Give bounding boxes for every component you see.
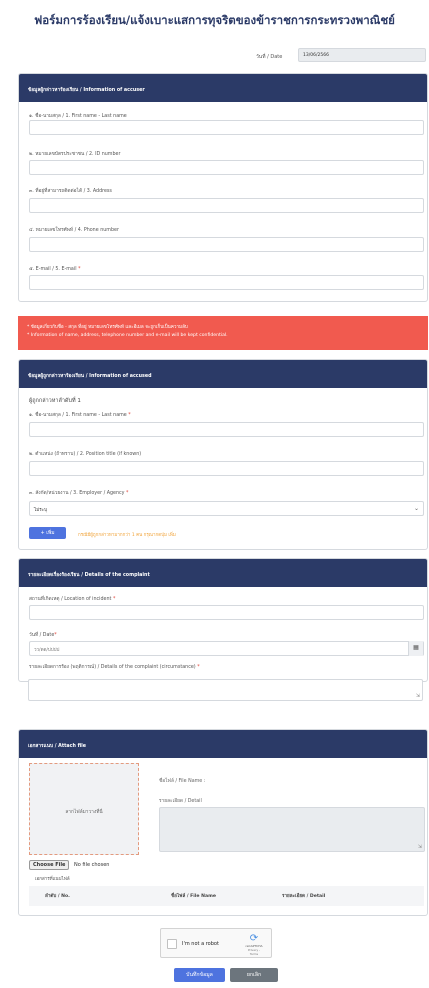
- accuser-id-input[interactable]: [29, 160, 424, 175]
- calendar-icon[interactable]: ▦: [408, 641, 423, 656]
- accuser-phone-label: ๔. หมายเลขโทรศัพท์ / 4. Phone number: [29, 228, 119, 233]
- accused-person-title: ผู้ถูกกล่าวหาลำดับที่ 1: [29, 398, 81, 404]
- accused-agency-label: ๓. สังกัด/หน่วยงาน / 3. Employer / Agenc…: [29, 489, 128, 497]
- accuser-email-input[interactable]: [29, 275, 424, 290]
- accuser-id-label: ๒. หมายเลขบัตรประชาชน / 2. ID number: [29, 152, 121, 157]
- incident-date-label: วันที่ / Date*: [29, 631, 57, 639]
- details-label: รายละเอียดการร้อง (พฤติการณ์) / Details …: [29, 663, 200, 671]
- location-input[interactable]: [29, 605, 424, 620]
- cancel-button[interactable]: ยกเลิก: [230, 968, 278, 982]
- recaptcha-widget: I'm not a robot ⟳ reCAPTCHA Privacy - Te…: [160, 928, 272, 958]
- alert-line-1: * ข้อมูลเกี่ยวกับชื่อ - สกุล ที่อยู่ หมา…: [27, 325, 188, 330]
- add-accused-note: กรณีมีผู้ถูกกล่าวหามากกว่า 1 คน กรุณากดป…: [78, 533, 176, 538]
- attached-docs-label: เอกสารที่แนบไฟล์: [35, 877, 70, 882]
- date-field: 13/06/2566: [298, 48, 426, 62]
- required-marker: *: [197, 665, 200, 670]
- accuser-email-label: ๕. E-mail / 5. E-mail *: [29, 265, 80, 273]
- accuser-card: ข้อมูลผู้กล่าวหาร้องเรียน / Information …: [18, 73, 428, 302]
- accused-card: ข้อมูลผู้ถูกกล่าวหาร้องเรียน / Informati…: [18, 359, 428, 550]
- recaptcha-logo: ⟳ reCAPTCHA Privacy - Terms: [245, 933, 263, 956]
- accuser-address-input[interactable]: [29, 198, 424, 213]
- agency-select[interactable]: ไม่ระบุ ⌄: [29, 501, 424, 516]
- resize-handle-icon[interactable]: ⇲: [416, 693, 420, 699]
- accuser-phone-input[interactable]: [29, 237, 424, 252]
- accuser-name-label: ๑. ชื่อ-นามสกุล / 1. First name - Last n…: [29, 114, 127, 119]
- page-title: ฟอร์มการร้องเรียน/แจ้งเบาะแสการทุจริตของ…: [34, 13, 395, 27]
- attach-header: เอกสารแนบ / Attach file: [19, 730, 427, 758]
- accused-position-label: ๒. ตำแหน่ง (ถ้าทราบ) / 2. Position title…: [29, 452, 142, 457]
- save-button[interactable]: บันทึกข้อมูล: [174, 968, 225, 982]
- recaptcha-terms[interactable]: Privacy - Terms: [245, 948, 263, 956]
- attach-card: เอกสารแนบ / Attach file ลากไฟล์มาวางที่น…: [18, 729, 428, 916]
- accused-agency-label-text: ๓. สังกัด/หน่วยงาน / 3. Employer / Agenc…: [29, 491, 125, 496]
- alert-line-2: * Information of name, address, telephon…: [27, 333, 228, 338]
- chevron-down-icon: ⌄: [413, 505, 419, 512]
- recaptcha-icon: ⟳: [249, 933, 259, 944]
- incident-date-label-text: วันที่ / Date: [29, 633, 55, 638]
- required-marker: *: [128, 413, 131, 418]
- col-detail: รายละเอียด / Detail: [282, 894, 326, 899]
- detail-label: รายละเอียด / Detail: [159, 799, 202, 804]
- choose-file-status: No file chosen: [74, 862, 110, 868]
- attached-files-table-header: ลำดับ / No. ชื่อไฟล์ / File Name รายละเอ…: [29, 886, 424, 906]
- required-marker: *: [54, 633, 57, 638]
- email-label-text: ๕. E-mail / 5. E-mail: [29, 267, 77, 272]
- date-placeholder: วว/ดด/ปปปป: [34, 648, 60, 653]
- accuser-header: ข้อมูลผู้กล่าวหาร้องเรียน / Information …: [19, 74, 427, 102]
- file-detail-textarea[interactable]: ⇲: [159, 807, 425, 852]
- complaint-card: รายละเอียดเรื่องร้องเรียน / Details of t…: [18, 558, 428, 682]
- accused-name-label-text: ๑. ชื่อ-นามสกุล / 1. First name - Last n…: [29, 413, 127, 418]
- location-label-text: สถานที่เกิดเหตุ / Location of incident: [29, 597, 112, 602]
- recaptcha-checkbox[interactable]: [167, 939, 177, 949]
- complaint-header: รายละเอียดเรื่องร้องเรียน / Details of t…: [19, 559, 427, 587]
- confidential-alert: * ข้อมูลเกี่ยวกับชื่อ - สกุล ที่อยู่ หมา…: [18, 316, 428, 350]
- file-chooser: Choose File No file chosen: [29, 860, 109, 870]
- file-dropzone[interactable]: ลากไฟล์มาวางที่นี่: [29, 763, 139, 855]
- agency-select-value: ไม่ระบุ: [34, 508, 47, 513]
- resize-handle-icon[interactable]: ⇲: [418, 844, 422, 850]
- accused-position-input[interactable]: [29, 461, 424, 476]
- incident-date-input[interactable]: วว/ดด/ปปปป ▦: [29, 641, 424, 656]
- required-marker: *: [78, 267, 81, 272]
- accused-header: ข้อมูลผู้ถูกกล่าวหาร้องเรียน / Informati…: [19, 360, 427, 388]
- accuser-name-input[interactable]: [29, 120, 424, 135]
- add-accused-button[interactable]: + เพิ่ม: [29, 527, 66, 539]
- details-label-text: รายละเอียดการร้อง (พฤติการณ์) / Details …: [29, 665, 196, 670]
- required-marker: *: [112, 597, 116, 602]
- recaptcha-label: I'm not a robot: [182, 941, 219, 947]
- location-label: สถานที่เกิดเหตุ / Location of incident *: [29, 595, 115, 603]
- filename-label: ชื่อไฟล์ / File Name :: [159, 779, 206, 784]
- col-no: ลำดับ / No.: [45, 894, 70, 899]
- accused-name-label: ๑. ชื่อ-นามสกุล / 1. First name - Last n…: [29, 411, 131, 419]
- date-label: วันที่ / Date: [256, 54, 283, 60]
- accuser-address-label: ๓. ที่อยู่ที่สามารถติดต่อได้ / 3. Addres…: [29, 189, 112, 194]
- accused-name-input[interactable]: [29, 422, 424, 437]
- details-textarea[interactable]: ⇲: [28, 679, 423, 701]
- choose-file-button[interactable]: Choose File: [29, 860, 70, 870]
- required-marker: *: [126, 491, 129, 496]
- col-filename: ชื่อไฟล์ / File Name: [171, 894, 216, 899]
